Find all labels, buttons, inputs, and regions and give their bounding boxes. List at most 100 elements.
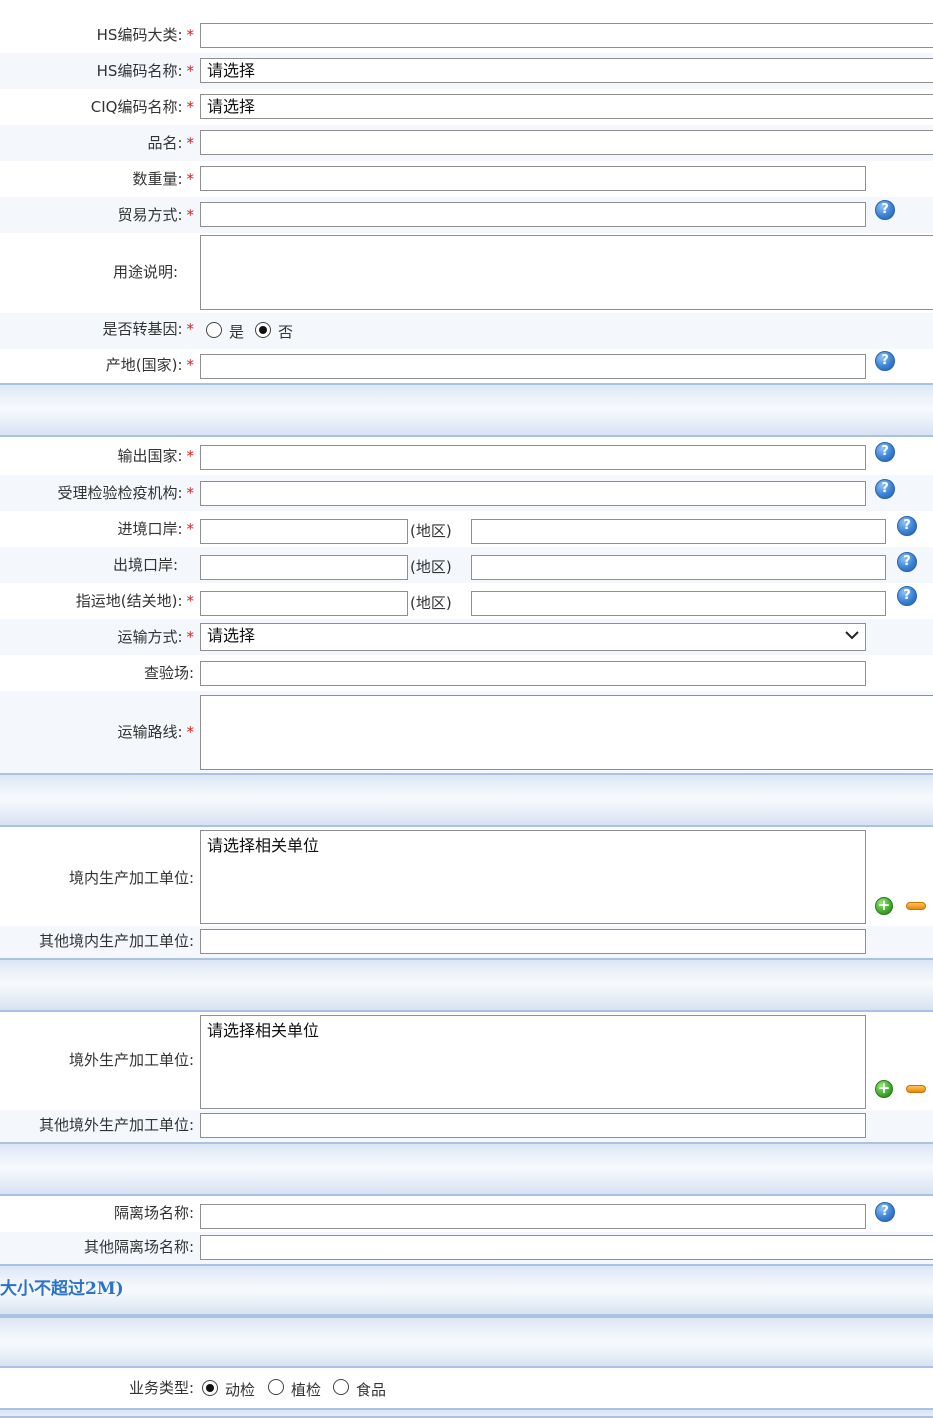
required-marker: * (186, 98, 195, 116)
row-inspection-site: 查验场: (0, 655, 933, 692)
gmo-yes-radio[interactable] (206, 322, 222, 338)
required-marker: * (186, 26, 195, 44)
help-icon[interactable]: ? (897, 552, 917, 572)
row-hs-name: HS编码名称: * 请选择 (0, 53, 933, 90)
product-name-input[interactable] (200, 130, 933, 155)
required-marker: * (186, 520, 195, 538)
origin-label: 产地(国家): * (106, 355, 194, 375)
section-separator (0, 1264, 933, 1316)
gmo-label-text: 是否转基因: (102, 320, 183, 338)
help-icon[interactable]: ? (875, 479, 895, 499)
row-business-type: 业务类型: 动检 植检 食品 (0, 1368, 933, 1409)
domestic-units-label: 境内生产加工单位: (68, 869, 194, 887)
hs-category-input[interactable] (200, 23, 933, 48)
business-plant-label: 植检 (291, 1381, 322, 1399)
trade-mode-label: 贸易方式: * (117, 205, 194, 225)
entry-port-label: 进境口岸: * (117, 519, 194, 539)
required-marker: * (186, 592, 195, 610)
exit-port-label: 出境口岸: (112, 556, 178, 574)
add-icon[interactable]: + (875, 897, 893, 915)
ciq-name-label-text: CIQ编码名称: (90, 98, 183, 116)
exit-region-input[interactable] (471, 555, 886, 580)
help-icon[interactable]: ? (897, 586, 917, 606)
row-foreign-units: 境外生产加工单位: 请选择相关单位 + (0, 1012, 933, 1111)
row-hs-category: HS编码大类: * (0, 17, 933, 54)
row-inspection-org: 受理检验检疫机构: * ? (0, 475, 933, 512)
remove-icon[interactable] (906, 1085, 926, 1093)
route-label-text: 运输路线: (117, 723, 183, 741)
row-gmo: 是否转基因: * 是 否 (0, 313, 933, 350)
quantity-input[interactable] (200, 166, 866, 191)
row-entry-port: 进境口岸: * (地区) ? (0, 511, 933, 548)
foreign-units-list[interactable]: 请选择相关单位 (200, 1015, 866, 1109)
file-size-notice: 大小不超过2M) (0, 1279, 124, 1299)
quarantine-site-label: 隔离场名称: (113, 1204, 194, 1222)
quantity-label: 数重量: * (132, 169, 194, 189)
row-trade-mode: 贸易方式: * ? (0, 197, 933, 234)
quarantine-site-input[interactable] (200, 1204, 866, 1229)
inspection-site-input[interactable] (200, 661, 866, 686)
required-marker: * (186, 206, 195, 224)
required-marker: * (186, 134, 195, 152)
domestic-other-input[interactable] (200, 929, 866, 954)
row-origin: 产地(国家): * ? (0, 349, 933, 384)
foreign-other-label: 其他境外生产加工单位: (38, 1116, 194, 1134)
export-country-input[interactable] (200, 445, 866, 470)
route-label: 运输路线: * (117, 722, 194, 742)
gmo-no-radio[interactable] (255, 322, 271, 338)
inspection-org-input[interactable] (200, 481, 866, 506)
destination-label: 指运地(结关地): * (76, 591, 194, 611)
transport-mode-select[interactable]: 请选择 (200, 623, 866, 651)
gmo-yes-label: 是 (229, 323, 245, 341)
route-textarea[interactable] (200, 695, 933, 770)
row-destination: 指运地(结关地): * (地区) ? (0, 583, 933, 620)
origin-input[interactable] (200, 354, 866, 379)
row-exit-port: 出境口岸: (地区) ? (0, 547, 933, 584)
inspection-site-label: 查验场: (143, 664, 194, 682)
hs-category-label-text: HS编码大类: (96, 26, 183, 44)
product-name-label: 品名: * (147, 133, 194, 153)
required-marker: * (186, 628, 195, 646)
row-ciq-name: CIQ编码名称: * 请选择 (0, 89, 933, 126)
help-icon[interactable]: ? (875, 351, 895, 371)
required-marker: * (186, 320, 195, 338)
required-marker: * (186, 62, 195, 80)
section-separator (0, 1316, 933, 1368)
entry-region-input[interactable] (471, 519, 886, 544)
help-icon[interactable]: ? (897, 516, 917, 536)
foreign-other-input[interactable] (200, 1113, 866, 1138)
destination-label-text: 指运地(结关地): (75, 592, 183, 610)
origin-label-text: 产地(国家): (105, 356, 183, 374)
section-separator (0, 383, 933, 437)
entry-port-input[interactable] (200, 519, 408, 544)
destination-input[interactable] (200, 591, 408, 616)
add-icon[interactable]: + (875, 1080, 893, 1098)
remove-icon[interactable] (906, 902, 926, 910)
entry-region-label: (地区) (410, 522, 452, 540)
row-domestic-units: 境内生产加工单位: 请选择相关单位 + (0, 827, 933, 927)
required-marker: * (186, 484, 195, 502)
help-icon[interactable]: ? (875, 200, 895, 220)
required-marker: * (186, 447, 195, 465)
domestic-units-list[interactable]: 请选择相关单位 (200, 830, 866, 924)
trade-mode-input[interactable] (200, 202, 866, 227)
row-transport-mode: 运输方式: * 请选择 (0, 619, 933, 656)
business-food-radio[interactable] (333, 1379, 349, 1395)
hs-name-select[interactable]: 请选择 (200, 58, 933, 83)
help-icon[interactable]: ? (875, 1202, 895, 1222)
domestic-other-label: 其他境内生产加工单位: (38, 932, 194, 950)
exit-port-input[interactable] (200, 555, 408, 580)
product-name-label-text: 品名: (147, 134, 183, 152)
inspection-org-label: 受理检验检疫机构: * (57, 483, 194, 503)
quarantine-other-input[interactable] (200, 1235, 933, 1260)
destination-region-input[interactable] (471, 591, 886, 616)
usage-textarea[interactable] (200, 235, 933, 310)
exit-region-label: (地区) (410, 558, 452, 576)
business-plant-radio[interactable] (268, 1379, 284, 1395)
row-quarantine-site: 隔离场名称: ? (0, 1196, 933, 1233)
ciq-name-label: CIQ编码名称: * (91, 97, 194, 117)
business-animal-radio[interactable] (202, 1380, 218, 1396)
gmo-label: 是否转基因: * (102, 319, 194, 339)
help-icon[interactable]: ? (875, 442, 895, 462)
ciq-name-select[interactable]: 请选择 (200, 94, 933, 119)
